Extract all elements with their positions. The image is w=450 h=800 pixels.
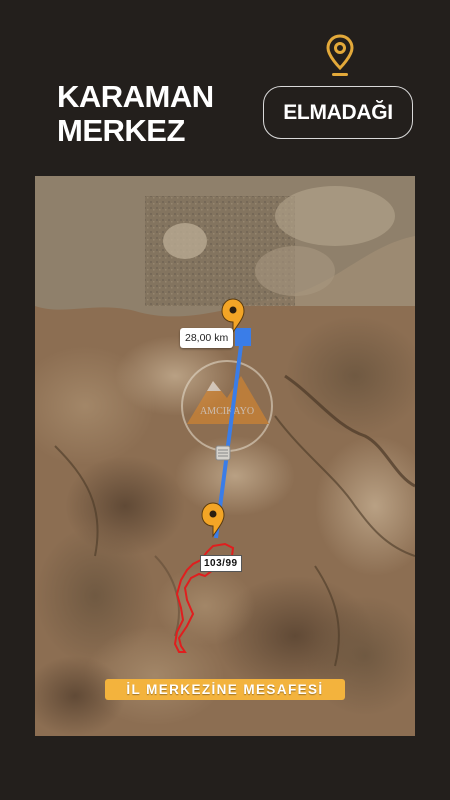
route-midpoint-icon xyxy=(215,445,231,461)
page: KARAMAN MERKEZ ELMADAĞI AMCIKAYO 28,00 k… xyxy=(0,0,450,800)
svg-text:AMCIKAYO: AMCIKAYO xyxy=(200,406,254,417)
distance-banner: İL MERKEZİNE MESAFESİ xyxy=(105,679,345,700)
city-title: KARAMAN MERKEZ xyxy=(57,80,247,148)
distance-label: 28,00 km xyxy=(180,328,234,348)
district-label: ELMADAĞI xyxy=(283,100,393,124)
map-canvas: AMCIKAYO xyxy=(35,176,415,736)
city-title-line-1: KARAMAN xyxy=(57,79,214,114)
route-endpoint xyxy=(235,328,251,346)
city-title-line-2: MERKEZ xyxy=(57,113,185,148)
district-button[interactable]: ELMADAĞI xyxy=(263,86,413,139)
parcel-number-label: 103/99 xyxy=(200,555,242,572)
location-pin-icon xyxy=(326,34,354,76)
satellite-map[interactable]: AMCIKAYO xyxy=(35,176,415,736)
